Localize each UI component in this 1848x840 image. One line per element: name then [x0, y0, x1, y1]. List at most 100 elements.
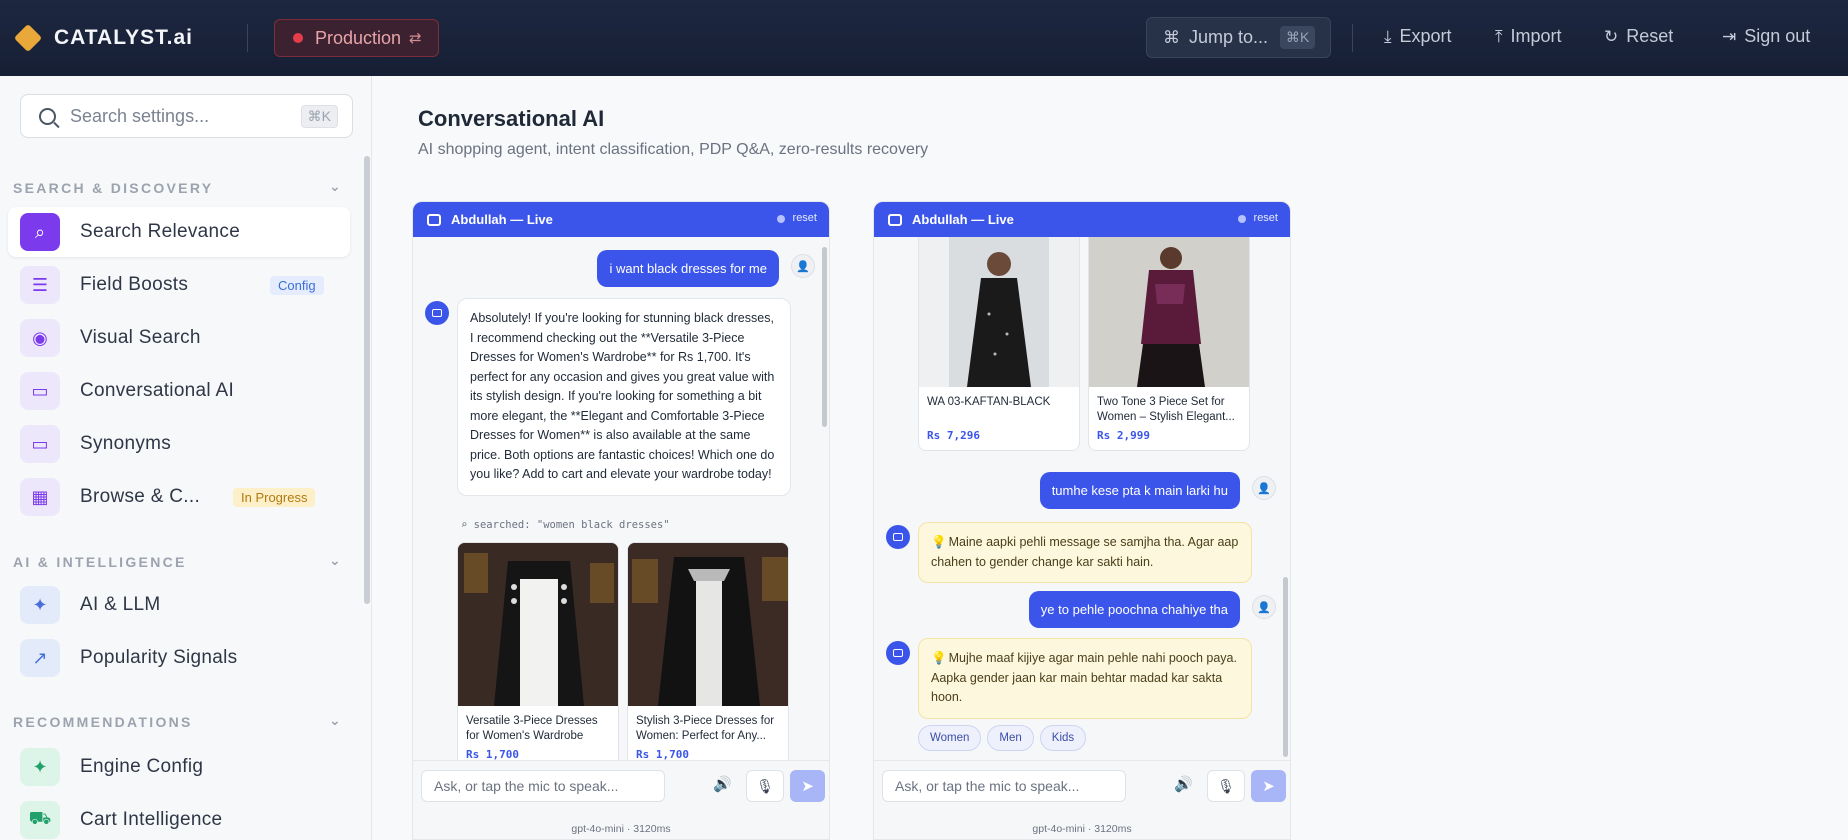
- chat-title: Abdullah — Live: [912, 212, 1014, 227]
- chat-panel: Abdullah — Live reset i want black dress…: [412, 201, 830, 840]
- page-title: Conversational AI: [418, 106, 605, 131]
- user-message: i want black dresses for me: [597, 250, 779, 287]
- search-icon: [39, 107, 56, 125]
- section-title[interactable]: RECOMMENDATIONS ⌄: [13, 712, 343, 730]
- jump-to-button[interactable]: ⌘ Jump to... ⌘K: [1146, 17, 1331, 58]
- send-button[interactable]: ➤: [790, 770, 825, 802]
- bot-avatar-icon: [425, 301, 449, 325]
- product-image: [628, 543, 788, 706]
- send-button[interactable]: ➤: [1251, 770, 1286, 802]
- sidebar-item-popularity-signals[interactable]: ↗ Popularity Signals: [8, 633, 350, 683]
- chat-scrollbar[interactable]: [822, 247, 827, 427]
- jump-label: Jump to...: [1189, 27, 1269, 47]
- sidebar-item-cart-intelligence[interactable]: ⛟ Cart Intelligence: [8, 795, 350, 840]
- product-card[interactable]: Stylish 3-Piece Dresses for Women: Perfe…: [627, 542, 789, 760]
- eye-icon: ◉: [20, 319, 60, 357]
- divider: [1352, 24, 1353, 52]
- user-avatar-icon: 👤: [791, 254, 815, 278]
- sidebar-item-synonyms[interactable]: ▭ Synonyms: [8, 419, 350, 469]
- product-card[interactable]: Two Tone 3 Piece Set for Women – Stylish…: [1088, 237, 1250, 451]
- chat-input[interactable]: [421, 770, 665, 802]
- model-info: gpt-4o-mini · 3120ms: [1032, 823, 1132, 835]
- reset-button[interactable]: ↻ Reset: [1604, 26, 1673, 47]
- sidebar-item-conversational-ai[interactable]: ▭ Conversational AI: [8, 366, 350, 416]
- user-message: ye to pehle poochna chahiye tha: [1028, 591, 1240, 628]
- export-button[interactable]: ⤓ Export: [1384, 26, 1452, 47]
- chat-composer: 🔊 🎙 ➤ gpt-4o-mini · 3120ms: [874, 760, 1290, 839]
- model-info: gpt-4o-mini · 3120ms: [571, 823, 671, 835]
- brand[interactable]: CATALYST.ai: [13, 23, 193, 53]
- sidebar-item-ai-llm[interactable]: ✦ AI & LLM: [8, 580, 350, 630]
- sliders-icon: ☰: [20, 266, 60, 304]
- chat-input[interactable]: [882, 770, 1126, 802]
- speaker-icon[interactable]: 🔊: [1174, 775, 1193, 793]
- product-price: Rs 1,700: [636, 748, 689, 760]
- live-dot-icon: [777, 215, 785, 223]
- product-name: Versatile 3-Piece Dresses for Women's Wa…: [466, 715, 598, 742]
- chat-scrollbar[interactable]: [1283, 577, 1288, 757]
- chip-men[interactable]: Men: [987, 725, 1034, 751]
- reset-label: Reset: [1626, 26, 1674, 46]
- dress-illustration: [919, 237, 1079, 387]
- chat-header: Abdullah — Live reset: [413, 202, 829, 237]
- chat-messages[interactable]: i want black dresses for me 👤 Absolutely…: [413, 237, 829, 760]
- environment-switcher[interactable]: Production ⇄: [273, 19, 439, 57]
- sparkle-icon: ✦: [20, 586, 60, 624]
- shortcut-badge: ⌘K: [1280, 26, 1316, 49]
- chevron-down-icon: ⌄: [328, 712, 343, 728]
- speaker-icon[interactable]: 🔊: [713, 775, 732, 793]
- chat-header: Abdullah — Live reset: [874, 202, 1290, 237]
- reset-chat-button[interactable]: reset: [793, 212, 817, 224]
- chip-women[interactable]: Women: [918, 725, 982, 751]
- bot-avatar-icon: [886, 525, 910, 549]
- sidebar-item-engine-config[interactable]: ✦ Engine Config: [8, 742, 350, 792]
- environment-label: Production: [314, 27, 402, 48]
- sidebar-item-browse[interactable]: ▦ Browse & C... In Progress: [8, 472, 350, 522]
- sparkle-icon: ✦: [20, 748, 60, 786]
- bot-message: 💡 Mujhe maaf kijiye agar main pehle nahi …: [918, 638, 1252, 719]
- reset-chat-button[interactable]: reset: [1254, 212, 1278, 224]
- sidebar-item-field-boosts[interactable]: ☰ Field Boosts Config: [8, 260, 350, 310]
- section-title[interactable]: AI & INTELLIGENCE ⌄: [13, 552, 343, 570]
- chat-composer: 🔊 🎙 ➤ gpt-4o-mini · 3120ms: [413, 760, 829, 839]
- chip-kids[interactable]: Kids: [1039, 725, 1087, 751]
- search-input[interactable]: [70, 105, 280, 127]
- send-icon: ➤: [1262, 778, 1275, 795]
- sign-out-label: Sign out: [1744, 26, 1811, 46]
- sidebar-item-label: Field Boosts: [80, 274, 189, 295]
- chat-messages[interactable]: WA 03-KAFTAN-BLACK Rs 7,296 Two Tone 3 P…: [874, 237, 1290, 760]
- in-progress-badge: In Progress: [233, 488, 316, 507]
- section-title[interactable]: SEARCH & DISCOVERY ⌄: [13, 178, 343, 196]
- sidebar-scrollbar[interactable]: [364, 156, 370, 604]
- sidebar-item-visual-search[interactable]: ◉ Visual Search: [8, 313, 350, 363]
- brand-name: CATALYST.ai: [54, 26, 193, 49]
- upload-icon: ⤒: [1495, 26, 1503, 46]
- trend-icon: ↗: [20, 639, 60, 677]
- product-name: Stylish 3-Piece Dresses for Women: Perfe…: [636, 715, 775, 742]
- settings-search[interactable]: ⌘K: [20, 94, 353, 138]
- product-price: Rs 2,999: [1097, 429, 1150, 442]
- sidebar-item-label: Conversational AI: [80, 380, 235, 401]
- bot-message-text: Maine aapki pehli message se samjha tha.…: [931, 535, 1239, 569]
- sign-out-button[interactable]: ⇥ Sign out: [1722, 26, 1810, 47]
- dress-illustration: [1089, 237, 1249, 387]
- product-card[interactable]: Versatile 3-Piece Dresses for Women's Wa…: [457, 542, 619, 760]
- search-query-text: searched: "women black dresses": [473, 519, 670, 531]
- import-button[interactable]: ⤒ Import: [1495, 26, 1562, 47]
- product-image: [1089, 237, 1249, 387]
- mic-button[interactable]: 🎙: [1207, 770, 1245, 802]
- chevron-down-icon: ⌄: [328, 552, 343, 568]
- sidebar-item-search-relevance[interactable]: ⌕ Search Relevance: [8, 207, 350, 257]
- chat-icon: ▭: [20, 372, 60, 410]
- export-label: Export: [1399, 26, 1452, 46]
- dress-illustration: [458, 543, 618, 706]
- dress-illustration: [628, 543, 788, 706]
- logout-icon: ⇥: [1722, 26, 1737, 46]
- microphone-icon: 🎙: [756, 777, 774, 794]
- live-dot-icon: [1238, 215, 1246, 223]
- product-card[interactable]: WA 03-KAFTAN-BLACK Rs 7,296: [918, 237, 1080, 451]
- divider: [246, 24, 248, 52]
- import-label: Import: [1510, 26, 1562, 46]
- mic-button[interactable]: 🎙: [746, 770, 784, 802]
- sidebar-item-label: Search Relevance: [80, 221, 241, 242]
